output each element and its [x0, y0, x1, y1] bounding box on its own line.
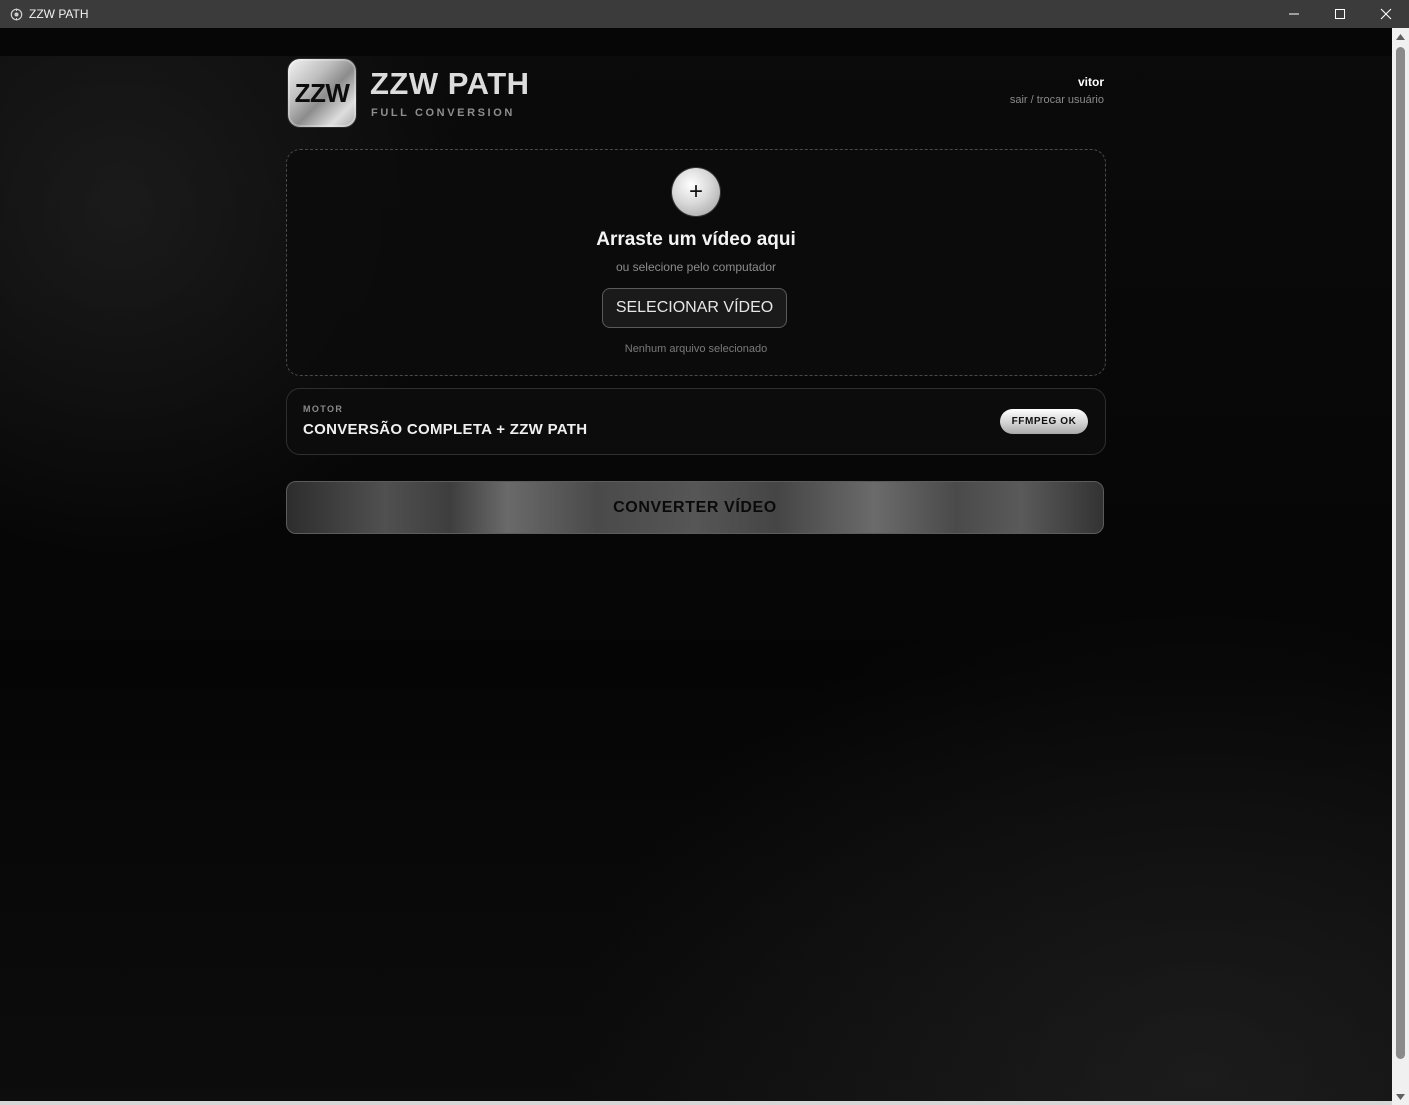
motor-value: CONVERSÃO COMPLETA + ZZW PATH [303, 421, 588, 438]
chevron-up-icon [1396, 33, 1405, 40]
close-icon [1380, 8, 1392, 20]
app-subtitle: FULL CONVERSION [371, 107, 515, 119]
motor-label: MOTOR [303, 404, 344, 414]
vertical-scrollbar[interactable] [1392, 28, 1409, 1105]
bottom-edge [0, 1101, 1392, 1105]
scroll-down-button[interactable] [1392, 1088, 1409, 1105]
chevron-down-icon [1396, 1093, 1405, 1100]
ffmpeg-status-badge: FFMPEG OK [1000, 409, 1088, 434]
maximize-button[interactable] [1317, 0, 1363, 28]
app-logo: ZZW [288, 59, 356, 127]
window-title: ZZW PATH [29, 7, 89, 21]
scroll-up-button[interactable] [1392, 28, 1409, 45]
convert-video-button[interactable]: CONVERTER VÍDEO [286, 481, 1104, 534]
minimize-icon [1289, 13, 1299, 15]
maximize-icon [1335, 9, 1345, 19]
dropzone-title: Arraste um vídeo aqui [596, 229, 796, 250]
app-window: ZZW PATH ZZW ZZW PATH FULL CONVERSION vi… [0, 0, 1409, 1105]
logo-text: ZZW [294, 77, 350, 108]
close-button[interactable] [1363, 0, 1409, 28]
add-video-button[interactable]: + [672, 168, 720, 216]
window-controls [1271, 0, 1409, 28]
user-name: vitor [1077, 75, 1104, 89]
switch-user-link[interactable]: sair / trocar usuário [1010, 94, 1104, 106]
dropzone-subtitle: ou selecione pelo computador [615, 260, 777, 274]
top-strip [0, 28, 1392, 56]
title-bar[interactable]: ZZW PATH [0, 0, 1409, 28]
plus-icon: + [688, 178, 703, 205]
minimize-button[interactable] [1271, 0, 1317, 28]
app-title: ZZW PATH [370, 66, 530, 101]
scrollbar-thumb[interactable] [1396, 47, 1405, 1059]
app-icon [9, 7, 23, 21]
file-status: Nenhum arquivo selecionado [624, 343, 768, 355]
select-video-button[interactable]: SELECIONAR VÍDEO [602, 288, 787, 328]
